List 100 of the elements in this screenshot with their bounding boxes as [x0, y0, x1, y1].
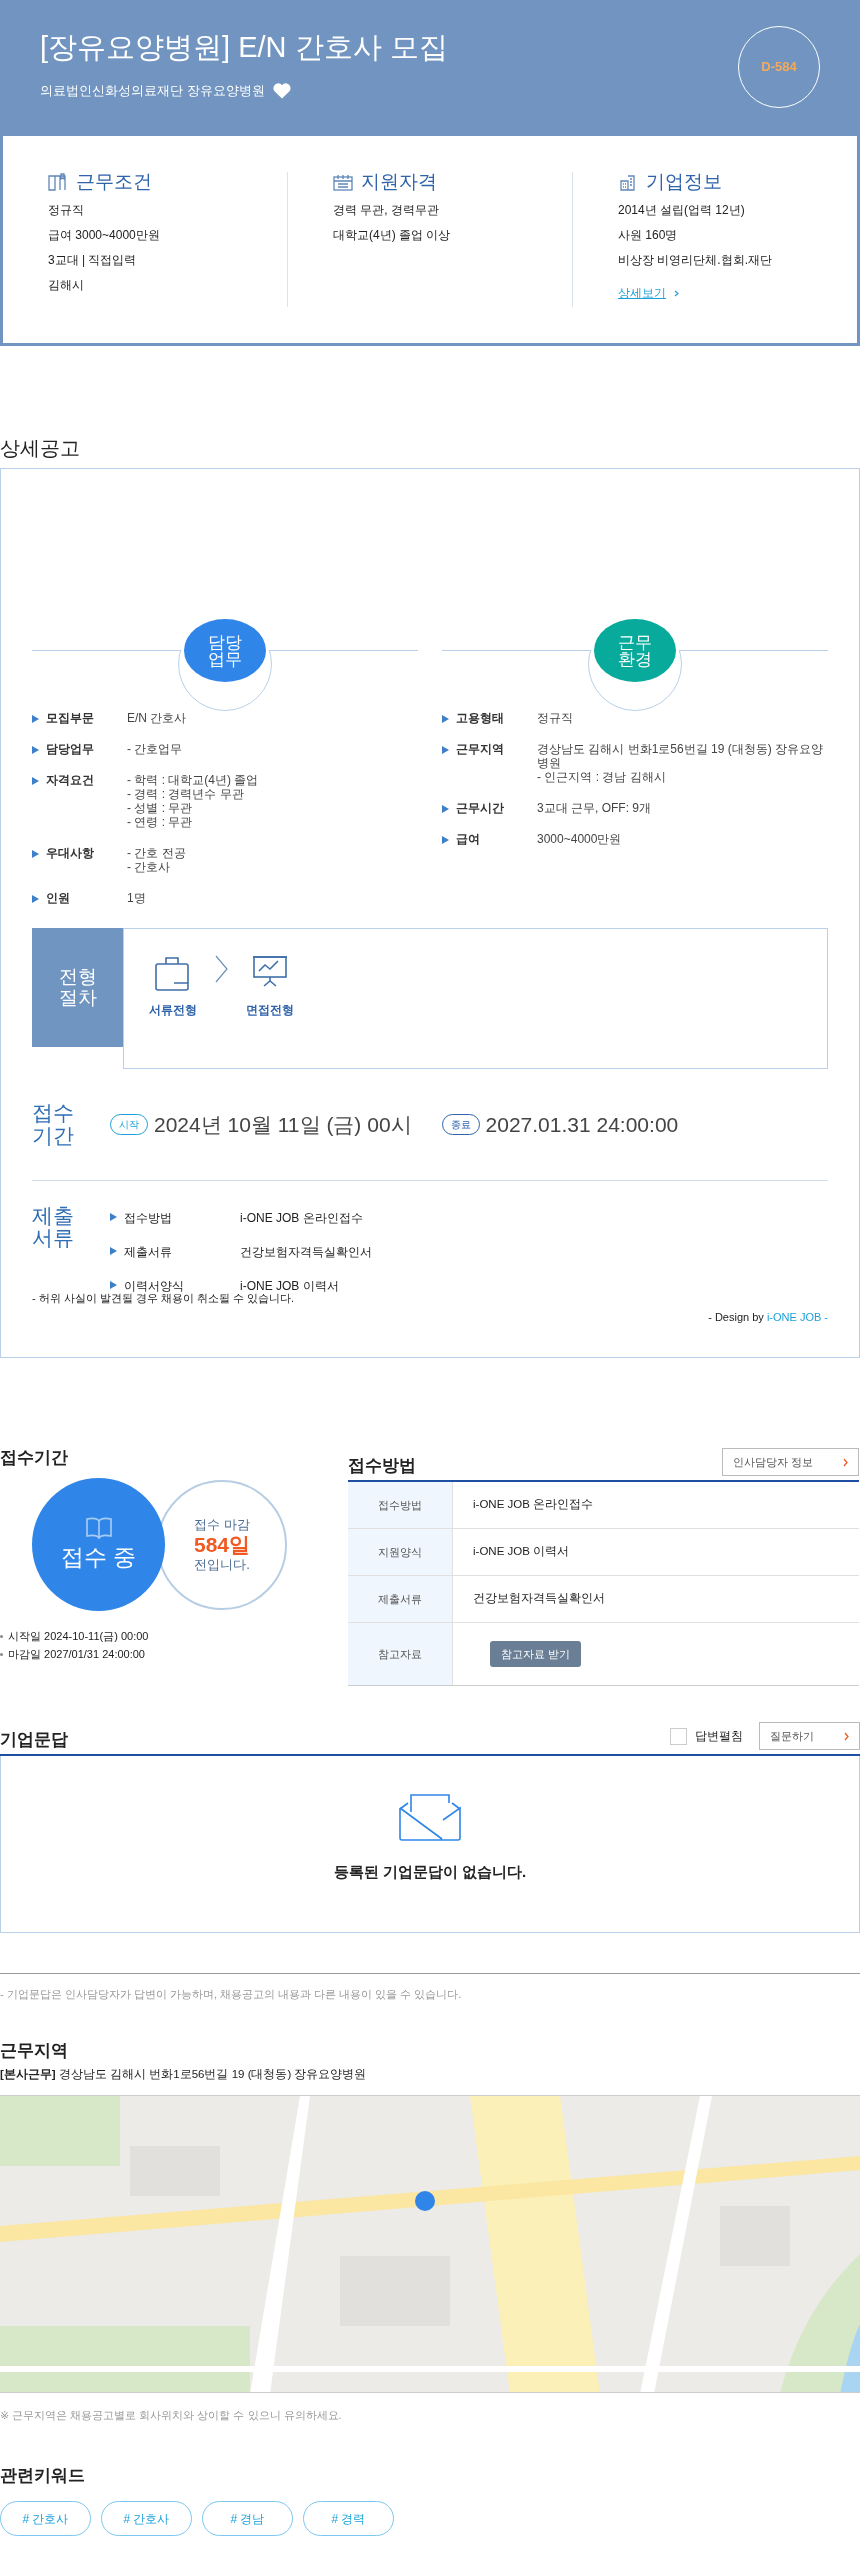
step-label: 서류전형	[149, 1002, 197, 1019]
field-label: 접수방법	[124, 1210, 172, 1227]
briefcase-icon	[155, 955, 191, 991]
documents-label: 제출 서류	[32, 1205, 75, 1250]
info-text: 대학교(4년) 졸업 이상	[333, 228, 452, 243]
table-cell-text: 건강보험자격득실확인서	[473, 1591, 605, 1607]
bullet-icon	[442, 715, 449, 723]
field-label: 근무지역	[456, 742, 504, 756]
deadline-text: 접수 마감	[194, 1516, 250, 1533]
field-value: 3000~4000만원	[537, 832, 623, 846]
bullet-icon	[32, 895, 39, 903]
info-text: 2014년 설립(업력 12년)	[618, 203, 746, 218]
company-name[interactable]: 의료법인신화성의료재단 장유요양병원	[40, 80, 265, 101]
job-title: [장유요양병원] E/N 간호사 모집	[40, 30, 448, 65]
field-label: 담당업무	[46, 742, 94, 756]
category-badge: 근무 환경	[594, 619, 676, 682]
notice-text: - 기업문답은 인사담당자가 답변이 가능하며, 채용공고의 내용과 다른 내용이 있을 수 있습니다.	[0, 1973, 860, 2003]
section-title: 근무지역	[0, 2040, 69, 2061]
section-heading: 지원자격	[361, 172, 437, 191]
section-heading: 근무조건	[76, 172, 152, 191]
checkbox-label: 답변펼침	[695, 1728, 743, 1745]
field-value: - 인근지역 : 경남 김해시	[537, 770, 667, 784]
table-header-cell: 지원양식	[348, 1529, 453, 1575]
checkbox[interactable]	[670, 1727, 687, 1745]
calendar-icon	[333, 172, 353, 191]
info-text: 사원 160명	[618, 228, 679, 243]
field-value: - 연령 : 무관	[127, 815, 194, 829]
keyword-tag[interactable]: # 간호사	[0, 2501, 91, 2537]
info-text: 경력 무관, 경력무관	[333, 203, 440, 218]
bullet-icon	[32, 715, 39, 723]
field-label: 근무시간	[456, 801, 504, 815]
section-title: 관련키워드	[0, 2465, 86, 2487]
info-text: 정규직	[48, 203, 85, 218]
bullet-icon	[32, 777, 39, 785]
field-label: 모집부문	[46, 711, 94, 725]
keyword-tag[interactable]: # 간호사	[101, 2501, 192, 2537]
field-value: 경상남도 김해시 번화1로56번길 19 (대청동) 장유요양병원	[537, 742, 825, 770]
contact-button[interactable]: 인사담당자 정보	[721, 1448, 859, 1476]
keyword-tag[interactable]: # 경남	[202, 2501, 293, 2537]
field-value: 3교대 근무, OFF: 9개	[537, 801, 652, 815]
field-value: i-ONE JOB 이력서	[240, 1278, 339, 1293]
bullet-icon	[110, 1213, 117, 1221]
book-icon	[84, 1515, 113, 1540]
notice-text: - 허위 사실이 발견될 경우 채용이 취소될 수 있습니다.	[32, 1292, 296, 1306]
field-value: 1명	[127, 891, 147, 905]
envelope-icon	[399, 1794, 461, 1841]
info-text: 비상장 비영리단체.협회.재단	[618, 253, 773, 268]
field-value: - 학력 : 대학교(4년) 졸업	[127, 773, 260, 787]
section-title: 접수방법	[348, 1455, 416, 1476]
brand-link[interactable]: i-ONE JOB -	[766, 1310, 828, 1323]
bullet-icon	[110, 1281, 117, 1289]
info-text: 김해시	[48, 278, 85, 293]
table-header-cell: 제출서류	[348, 1576, 453, 1622]
bullet-icon	[32, 850, 39, 858]
start-date: 2024년 10월 11일 (금) 00시	[154, 1111, 412, 1138]
bullet-icon	[32, 746, 39, 754]
table-cell-text: i-ONE JOB 이력서	[473, 1544, 570, 1560]
chevron-right-icon	[844, 1731, 849, 1741]
process-label: 전형 절차	[32, 928, 123, 1047]
details-link[interactable]: 상세보기	[618, 284, 666, 302]
field-value: - 경력 : 경력년수 무관	[127, 787, 245, 801]
section-title: 기업문답	[0, 1729, 68, 1750]
table-header-cell: 참고자료	[348, 1623, 453, 1685]
field-label: 인원	[46, 891, 70, 905]
field-label: 자격요건	[46, 773, 94, 787]
chevron-right-icon	[215, 955, 228, 983]
field-label: 급여	[456, 832, 480, 846]
book-icon	[48, 172, 68, 191]
days-count: 584일	[193, 1532, 250, 1558]
step-label: 면접전형	[246, 1002, 294, 1019]
empty-message: 등록된 기업문답이 없습니다.	[333, 1862, 527, 1882]
field-label: 제출서류	[124, 1244, 172, 1261]
bullet-icon	[442, 836, 449, 844]
ask-button[interactable]: 질문하기	[759, 1722, 860, 1750]
category-badge: 담당 업무	[184, 619, 266, 682]
section-title: 접수기간	[0, 1448, 69, 1469]
field-value: 건강보험자격득실확인서	[240, 1244, 372, 1261]
bullet-icon	[442, 746, 449, 754]
field-label: 우대사항	[46, 846, 94, 860]
date-text: 마감일 2027/01/31 24:00:00	[8, 1647, 145, 1663]
bullet-icon	[110, 1247, 117, 1255]
field-value: i-ONE JOB 온라인접수	[240, 1210, 363, 1227]
end-date: 2027.01.31 24:00:00	[485, 1111, 679, 1138]
bullet-icon	[442, 805, 449, 813]
keyword-tag[interactable]: # 경력	[303, 2501, 394, 2537]
info-text: 3교대 | 직접입력	[48, 253, 138, 268]
field-value: - 간호 전공	[127, 846, 187, 860]
period-label: 접수 기간	[32, 1102, 75, 1147]
status-text: 접수 중	[60, 1542, 137, 1572]
field-value: 정규직	[537, 711, 574, 725]
field-value: - 성별 : 무관	[127, 801, 194, 815]
field-label: 이력서양식	[124, 1278, 184, 1293]
notice-text: ※ 근무지역은 채용공고별로 회사위치와 상이할 수 있으니 유의하세요.	[0, 2408, 343, 2424]
download-button[interactable]: 참고자료 받기	[490, 1640, 582, 1668]
field-value: - 간호사	[127, 860, 172, 874]
heart-icon[interactable]	[272, 82, 291, 100]
chevron-right-icon	[674, 289, 679, 297]
address-text: [본사근무] 경상남도 김해시 번화1로56번길 19 (대청동) 장유요양병원	[0, 2066, 368, 2082]
field-label: 고용형태	[456, 711, 504, 725]
date-text: 시작일 2024-10-11(금) 00:00	[8, 1629, 149, 1645]
